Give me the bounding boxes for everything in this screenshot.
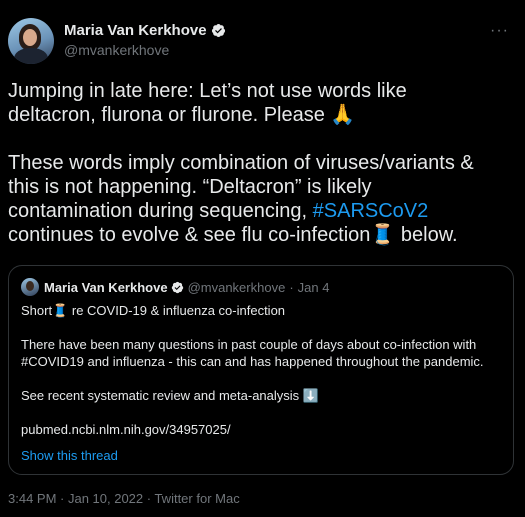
author-display-name[interactable]: Maria Van Kerkhove bbox=[64, 22, 207, 39]
tweet-header: Maria Van Kerkhove @mvankerkhove ··· bbox=[8, 18, 517, 66]
more-options-icon[interactable]: ··· bbox=[490, 22, 509, 40]
quoted-line: Short🧵 re COVID-19 & influenza co-infect… bbox=[21, 303, 286, 318]
tweet-text: Jumping in late here: Let’s not use word… bbox=[8, 79, 513, 247]
quoted-tweet[interactable]: Maria Van Kerkhove @mvankerkhove · Jan 4… bbox=[8, 265, 514, 475]
quoted-line: See recent systematic review and meta-an… bbox=[21, 388, 319, 403]
tweet-line: continues to evolve & see flu co-infecti… bbox=[8, 224, 458, 246]
show-thread-link[interactable]: Show this thread bbox=[21, 448, 118, 463]
tweet-line: this is not happening. “Deltacron” is li… bbox=[8, 176, 372, 198]
verified-badge-icon bbox=[211, 23, 225, 38]
quoted-line: #COVID19 and influenza - this can and ha… bbox=[21, 354, 484, 369]
tweet-line: Jumping in late here: Let’s not use word… bbox=[8, 80, 407, 102]
hashtag-link[interactable]: #SARSCoV2 bbox=[313, 200, 429, 222]
author-avatar[interactable] bbox=[8, 18, 54, 64]
tweet-line: These words imply combination of viruses… bbox=[8, 152, 474, 174]
quoted-author-avatar bbox=[21, 278, 39, 296]
quoted-author-display-name: Maria Van Kerkhove bbox=[44, 279, 168, 295]
quoted-line: There have been many questions in past c… bbox=[21, 337, 477, 352]
author-names: Maria Van Kerkhove @mvankerkhove bbox=[64, 22, 226, 58]
tweet-meta[interactable]: 3:44 PM · Jan 10, 2022 · Twitter for Mac bbox=[8, 491, 240, 506]
verified-badge-icon bbox=[171, 281, 183, 293]
quoted-tweet-text: Short🧵 re COVID-19 & influenza co-infect… bbox=[21, 302, 505, 438]
quoted-tweet-header: Maria Van Kerkhove @mvankerkhove · Jan 4 bbox=[21, 278, 329, 296]
tweet-line: deltacron, flurona or flurone. Please 🙏 bbox=[8, 104, 356, 126]
quoted-author-handle: @mvankerkhove bbox=[187, 279, 286, 295]
quoted-tweet-date[interactable]: Jan 4 bbox=[298, 280, 330, 295]
tweet-line: contamination during sequencing, bbox=[8, 200, 313, 222]
quoted-link[interactable]: pubmed.ncbi.nlm.nih.gov/34957025/ bbox=[21, 422, 231, 437]
author-handle[interactable]: @mvankerkhove bbox=[64, 42, 226, 58]
separator-dot: · bbox=[289, 279, 294, 295]
